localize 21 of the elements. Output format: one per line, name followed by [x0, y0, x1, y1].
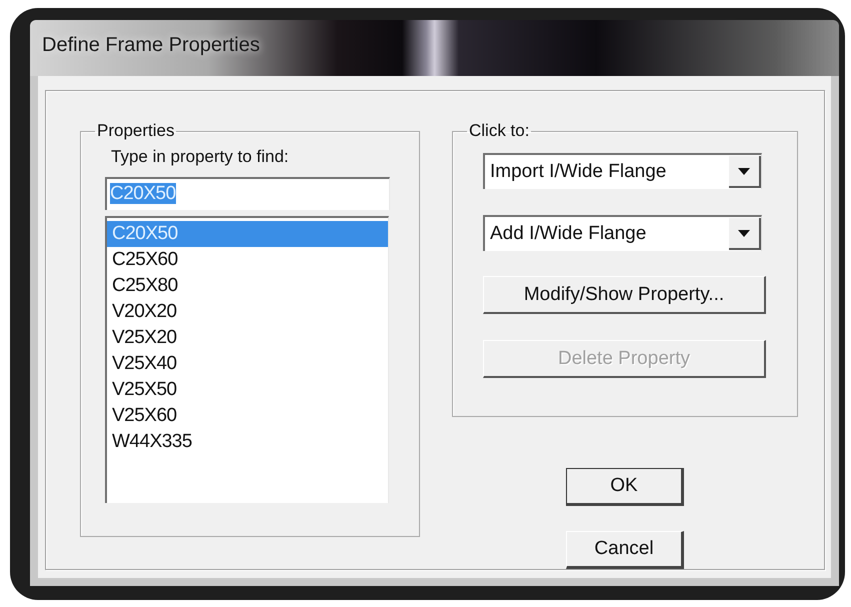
list-item[interactable]: W44X335: [107, 429, 388, 455]
list-item[interactable]: C25X80: [107, 273, 388, 299]
action-button[interactable]: Modify/Show Property...: [483, 276, 766, 314]
group-label: Click to:: [468, 121, 530, 141]
caret-icon: [738, 230, 750, 236]
dropdown-arrow-button[interactable]: [729, 218, 761, 250]
caret-icon: [738, 168, 750, 174]
list-item[interactable]: V20X20: [107, 299, 388, 325]
list-item[interactable]: V25X40: [107, 351, 388, 377]
dropdown[interactable]: Add I/Wide Flange: [483, 215, 762, 251]
field-label: Type in property to find:: [111, 147, 290, 167]
window-title: Define Frame Properties: [42, 34, 260, 56]
group-label: Properties: [96, 121, 176, 141]
list-item[interactable]: V25X60: [107, 403, 388, 429]
dropdown[interactable]: Import I/Wide Flange: [483, 153, 762, 189]
dialog-button[interactable]: OK: [566, 468, 684, 506]
list-item[interactable]: C25X60: [107, 247, 388, 273]
list-item[interactable]: V25X50: [107, 377, 388, 403]
dropdown-arrow-button[interactable]: [729, 156, 761, 188]
dialog-button[interactable]: Cancel: [566, 531, 684, 569]
list-item[interactable]: V25X20: [107, 325, 388, 351]
